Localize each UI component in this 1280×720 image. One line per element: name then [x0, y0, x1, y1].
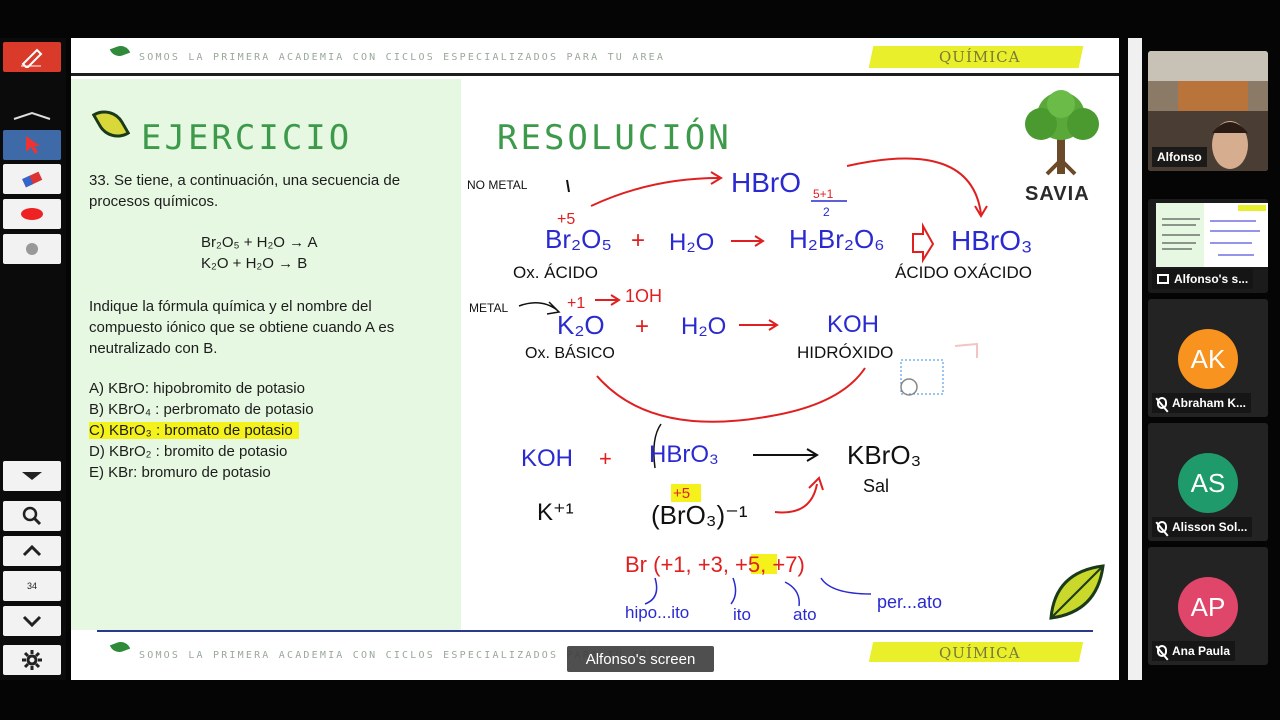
hw-h2o-1: H₂O: [669, 229, 714, 256]
screen-share-label: Alfonso's screen: [567, 646, 714, 672]
red-color-button[interactable]: [3, 199, 61, 229]
hw-plus-3: +: [599, 446, 612, 471]
hw-kbro3: KBrO₃: [847, 440, 921, 470]
chevron-up-icon: [22, 545, 42, 557]
handwriting-layer: NO METAL HBrO 5+1 2 +5 Br₂O₅ + H₂O H₂Br₂…: [467, 157, 1032, 624]
hw-bro3-ion: (BrO₃)⁻¹: [651, 500, 748, 530]
move-cursor-icon: [900, 378, 918, 396]
hw-hbro: HBrO: [731, 167, 801, 198]
hw-br-states: Br (+1, +3, +5, +7): [625, 552, 805, 577]
hw-h2o-2: H₂O: [681, 313, 726, 340]
participant-name: Alisson Sol...: [1152, 517, 1253, 537]
gear-icon: [22, 650, 42, 670]
hw-oh: 1OH: [625, 286, 662, 306]
hw-suffix-per-ato: per...ato: [877, 592, 942, 612]
participant-tile-alfonso[interactable]: Alfonso: [1148, 51, 1268, 171]
participant-name: Alfonso's s...: [1152, 269, 1254, 289]
hw-hidroxido: HIDRÓXIDO: [797, 343, 893, 362]
hw-sal: Sal: [863, 476, 889, 496]
collapse-toolbar-button[interactable]: [3, 108, 61, 124]
vertical-scrollbar[interactable]: [1128, 38, 1142, 680]
avatar: AS: [1178, 453, 1238, 513]
zoom-button[interactable]: [3, 501, 61, 531]
annotation-toolbar: 34: [0, 38, 66, 680]
mic-off-icon: [1157, 521, 1167, 533]
pen-icon: [21, 48, 43, 68]
hw-ox-basico: Ox. BÁSICO: [525, 343, 615, 362]
red-dot-icon: [21, 208, 43, 220]
hw-metal: METAL: [469, 301, 508, 315]
participant-name: Abraham K...: [1152, 393, 1252, 413]
eraser-tool-button[interactable]: [3, 164, 61, 194]
page-number: 34: [26, 581, 37, 591]
next-page-button[interactable]: [3, 606, 61, 636]
eraser-icon: [22, 171, 43, 188]
screen-share-icon: [1157, 274, 1169, 284]
meeting-window: 34 SOMOS LA PRIMERA ACADEMIA CON CICLOS …: [0, 0, 1280, 720]
participant-name: Alfonso: [1152, 147, 1207, 167]
hw-fraction-den: 2: [823, 205, 830, 219]
participant-tile-abraham[interactable]: AK Abraham K...: [1148, 299, 1268, 417]
hw-plus-2: +: [635, 313, 649, 340]
hw-br2o5: Br₂O₅: [545, 224, 612, 254]
hw-fraction: 5+1: [813, 187, 834, 201]
gray-dot-icon: [26, 243, 38, 255]
hw-acido-oxacido: ÁCIDO OXÁCIDO: [895, 263, 1032, 282]
hw-ox-acido: Ox. ÁCIDO: [513, 263, 598, 282]
caret-down-icon: [22, 472, 42, 480]
footer-leaf-icon: [109, 639, 131, 655]
participant-tile-screen[interactable]: Alfonso's s...: [1148, 199, 1268, 293]
hw-no-metal: NO METAL: [467, 178, 528, 192]
hw-suffix-ito: ito: [733, 605, 751, 624]
settings-button[interactable]: [3, 645, 61, 675]
mic-off-icon: [1157, 645, 1167, 657]
footer-subject-label: QUÍMICA: [939, 644, 1021, 662]
participant-name: Ana Paula: [1152, 641, 1236, 661]
participant-tile-ana-paula[interactable]: AP Ana Paula: [1148, 547, 1268, 665]
arrow-pointer-icon: [26, 136, 40, 154]
scroll-down-button[interactable]: [3, 461, 61, 491]
previous-page-button[interactable]: [3, 536, 61, 566]
screen-thumbnail: [1156, 203, 1268, 267]
hw-h2br2o6: H₂Br₂O₆: [789, 224, 885, 254]
avatar: AK: [1178, 329, 1238, 389]
avatar: AP: [1178, 577, 1238, 637]
decorative-leaf-icon: [1049, 564, 1105, 620]
hw-koh: KOH: [827, 311, 879, 338]
hw-hbro3: HBrO₃: [951, 225, 1032, 256]
pen-tool-button[interactable]: [3, 42, 61, 72]
footer-divider: [97, 630, 1093, 632]
chevron-up-icon: [13, 111, 51, 120]
pointer-tool-button[interactable]: [3, 130, 61, 160]
hw-k-plus1: K⁺¹: [537, 499, 574, 526]
hw-suffix-hipo-ito: hipo...ito: [625, 603, 689, 622]
hw-k2o: K₂O: [557, 310, 605, 340]
hw-hbro3-2: HBrO₃: [649, 441, 719, 468]
shared-slide: SOMOS LA PRIMERA ACADEMIA CON CICLOS ESP…: [71, 38, 1119, 680]
size-button[interactable]: [3, 234, 61, 264]
hw-koh-2: KOH: [521, 445, 573, 472]
participant-tile-alisson[interactable]: AS Alisson Sol...: [1148, 423, 1268, 541]
search-icon: [22, 506, 42, 526]
mic-off-icon: [1157, 397, 1167, 409]
hw-suffix-ato: ato: [793, 605, 817, 624]
chevron-down-icon: [22, 615, 42, 627]
page-number-field[interactable]: 34: [3, 571, 61, 601]
hw-plus-1: +: [631, 227, 645, 254]
